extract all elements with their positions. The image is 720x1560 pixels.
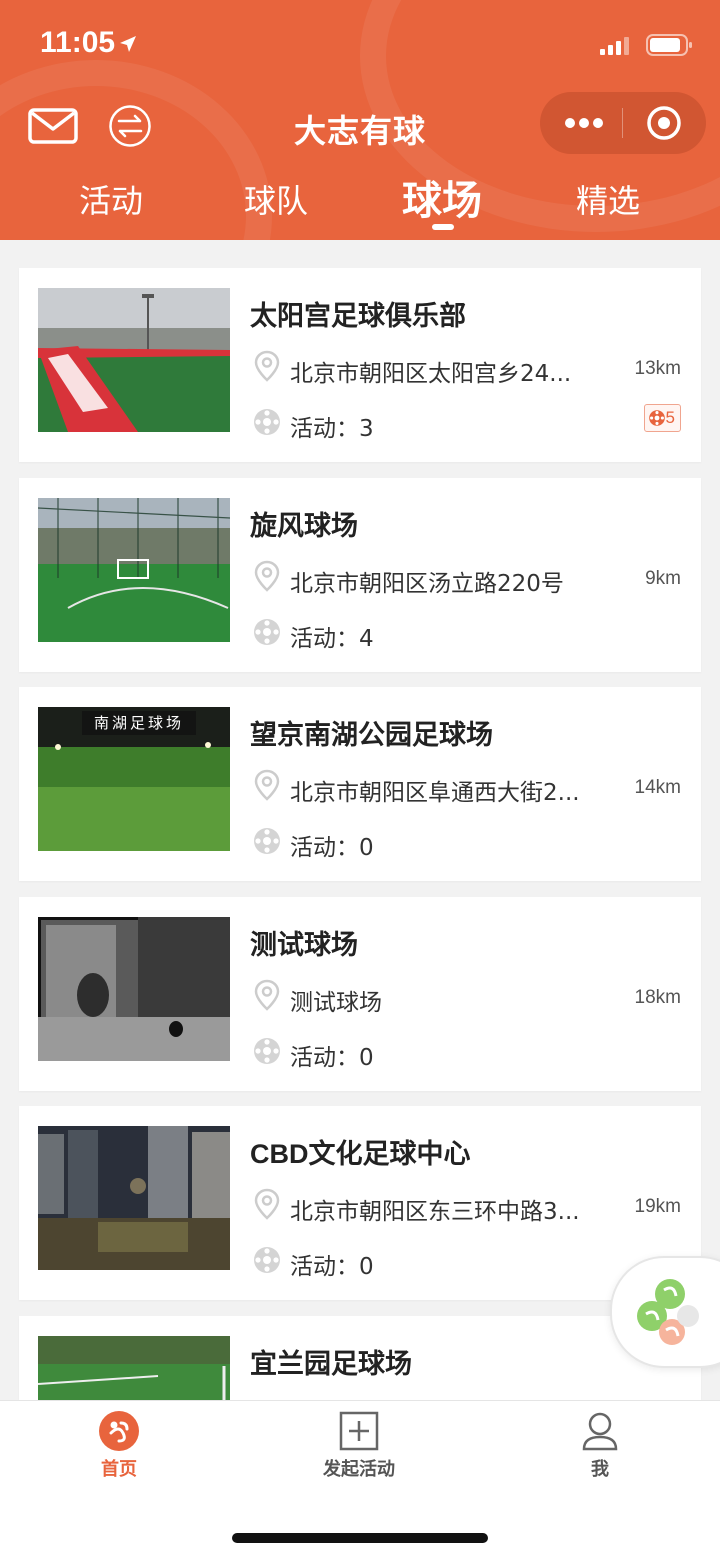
location-pin-icon (254, 769, 280, 801)
active-tab-indicator (432, 224, 454, 230)
plus-square-icon (339, 1411, 379, 1451)
tab-create-label: 发起活动 (323, 1459, 395, 1480)
tab-home[interactable]: 首页 (59, 1411, 179, 1481)
venue-distance: 13km (634, 358, 681, 379)
venue-photo (38, 288, 230, 432)
football-icon (254, 619, 280, 645)
location-arrow-icon (120, 36, 136, 52)
venue-name: 太阳宫足球俱乐部 (250, 301, 466, 332)
switch-arrows-icon[interactable] (108, 104, 152, 148)
tab-featured[interactable]: 精选 (538, 176, 678, 222)
venue-photo (38, 917, 230, 1061)
venue-name: 测试球场 (250, 930, 358, 961)
floating-logo-button[interactable] (610, 1256, 720, 1368)
mail-icon[interactable] (28, 108, 78, 144)
football-badge-icon (648, 410, 665, 426)
venue-name: 望京南湖公园足球场 (250, 720, 493, 751)
venue-distance: 14km (634, 777, 681, 798)
tab-activities[interactable]: 活动 (41, 176, 181, 222)
venue-distance: 18km (634, 987, 681, 1008)
activity-count: 活动：0 (290, 835, 374, 861)
cellular-signal-icon (600, 37, 629, 55)
tab-teams[interactable]: 球队 (206, 176, 346, 222)
activity-count: 活动：0 (290, 1254, 374, 1280)
venue-name: CBD文化足球中心 (250, 1139, 471, 1169)
capsule-divider (622, 108, 623, 138)
venue-address: 北京市朝阳区阜通西大街2... (290, 780, 580, 806)
activity-count: 活动：0 (290, 1045, 374, 1071)
venue-photo (38, 1126, 230, 1270)
status-bar: 11:05 (0, 0, 720, 88)
location-pin-icon (254, 350, 280, 382)
tab-me[interactable]: 我 (540, 1411, 660, 1481)
venue-address: 测试球场 (290, 990, 382, 1016)
venue-name: 旋风球场 (250, 511, 358, 542)
location-pin-icon (254, 1188, 280, 1220)
football-icon (254, 1247, 280, 1273)
venue-card[interactable]: 旋风球场 北京市朝阳区汤立路220号 9km 活动：4 (19, 478, 701, 672)
venue-photo (38, 498, 230, 642)
activity-count: 活动：3 (290, 416, 374, 442)
tab-venues[interactable]: 球场 (372, 168, 512, 226)
brand-logo-icon (637, 1279, 699, 1345)
football-icon (254, 409, 280, 435)
home-logo-icon (99, 1411, 139, 1451)
venue-address: 北京市朝阳区太阳宫乡24... (290, 361, 572, 387)
venue-photo: 南湖足球场 (38, 707, 230, 851)
venue-photo (38, 1336, 230, 1400)
activity-count: 活动：4 (290, 626, 374, 652)
mini-program-capsule (540, 92, 706, 154)
football-icon (254, 828, 280, 854)
venue-distance: 19km (634, 1196, 681, 1217)
app-title: 大志有球 (293, 112, 426, 150)
venue-card[interactable]: 太阳宫足球俱乐部 北京市朝阳区太阳宫乡24... 13km 活动：3 5 (19, 268, 701, 462)
venue-address: 北京市朝阳区汤立路220号 (290, 571, 564, 597)
venue-address: 北京市朝阳区东三环中路3... (290, 1199, 580, 1225)
more-dots-icon[interactable] (562, 112, 606, 134)
bottom-tab-bar: 首页 发起活动 我 (0, 1400, 720, 1560)
location-pin-icon (254, 979, 280, 1011)
location-pin-icon (254, 560, 280, 592)
venue-distance: 9km (645, 568, 681, 589)
tab-me-label: 我 (591, 1459, 609, 1480)
venue-card[interactable]: 测试球场 测试球场 18km 活动：0 (19, 897, 701, 1091)
venue-card[interactable]: 南湖足球场 望京南湖公园足球场 北京市朝阳区阜通西大街2... 14km 活动：… (19, 687, 701, 881)
badge-count: 5 (665, 408, 675, 427)
venue-card[interactable]: CBD文化足球中心 北京市朝阳区东三环中路3... 19km 活动：0 (19, 1106, 701, 1300)
football-count-badge: 5 (643, 404, 681, 432)
app-header: 11:05 大志有球 活动 球队 球场 精选 (0, 0, 720, 240)
tab-home-label: 首页 (101, 1459, 137, 1480)
user-icon (582, 1412, 618, 1451)
category-tabs: 活动 球队 球场 精选 (0, 168, 720, 240)
nav-bar: 大志有球 (0, 92, 720, 162)
status-time: 11:05 (40, 26, 116, 59)
venue-card[interactable]: 宜兰园足球场 (19, 1316, 701, 1400)
tab-create-activity[interactable]: 发起活动 (299, 1411, 419, 1481)
close-target-icon[interactable] (646, 105, 682, 141)
football-icon (254, 1038, 280, 1064)
venue-name: 宜兰园足球场 (250, 1349, 412, 1380)
photo-caption: 南湖足球场 (93, 714, 184, 732)
home-indicator[interactable] (232, 1533, 488, 1543)
battery-icon (646, 34, 692, 56)
